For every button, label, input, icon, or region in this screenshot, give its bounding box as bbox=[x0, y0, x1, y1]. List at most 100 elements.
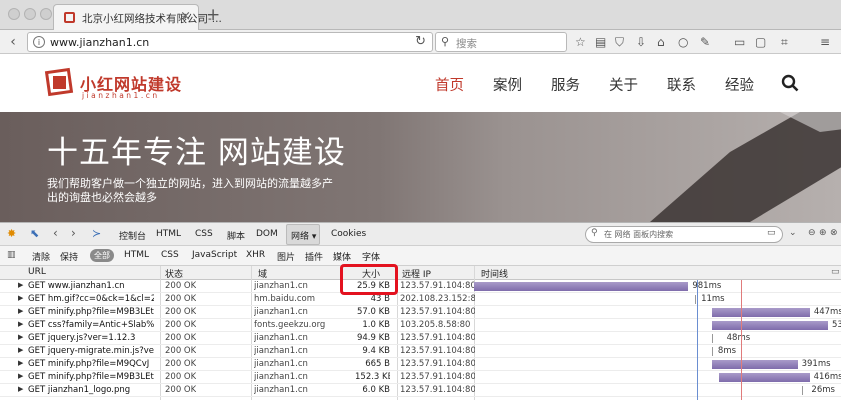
expand-row-icon[interactable]: ▶ bbox=[18, 294, 23, 302]
filter-dropdown-icon[interactable]: ⌄ bbox=[789, 228, 797, 238]
request-url[interactable]: GET jquery-migrate.min.js?ve bbox=[28, 346, 154, 356]
filter-all-button[interactable]: 全部 bbox=[90, 249, 114, 262]
request-url[interactable]: GET hm.gif?cc=0&ck=1&cl=2‹ bbox=[28, 294, 154, 304]
expand-row-icon[interactable]: ▶ bbox=[18, 359, 23, 367]
chat-icon[interactable]: ○ bbox=[678, 35, 688, 49]
minimize-window-button[interactable] bbox=[24, 8, 36, 20]
persist-button[interactable]: 保持 bbox=[60, 250, 78, 263]
request-url[interactable]: GET jianzhan1_logo.png bbox=[28, 385, 154, 395]
filter-options-icon[interactable]: ▭ bbox=[767, 228, 776, 238]
site-search-icon[interactable] bbox=[781, 74, 799, 92]
firebug-bug-icon[interactable]: ✸ bbox=[7, 227, 16, 240]
reload-icon[interactable]: ↻ bbox=[415, 34, 426, 49]
site-info-icon[interactable]: i bbox=[33, 36, 45, 48]
home-icon[interactable]: ⌂ bbox=[657, 35, 665, 49]
expand-row-icon[interactable]: ▶ bbox=[18, 346, 23, 354]
clear-button[interactable]: 清除 bbox=[32, 250, 50, 263]
nav-contact[interactable]: 联系 bbox=[667, 74, 696, 95]
col-status[interactable]: 状态 bbox=[165, 267, 183, 280]
expand-row-icon[interactable]: ▶ bbox=[18, 333, 23, 341]
tab-net[interactable]: 网络 ▾ bbox=[291, 229, 316, 242]
expand-row-icon[interactable]: ▶ bbox=[18, 385, 23, 393]
downloads-icon[interactable]: ⇩ bbox=[636, 35, 646, 49]
hero-banner: 十五年专注 网站建设 我们帮助客户做一个独立的网站，进入到网站的流量越多产出的询… bbox=[0, 112, 841, 222]
address-url[interactable]: www.jianzhan1.cn bbox=[50, 36, 149, 49]
request-row[interactable]: ▶ GET minify.php?file=M9B3LEt 200 OK jianzh… bbox=[0, 306, 841, 319]
filter-plugins[interactable]: 插件 bbox=[305, 250, 323, 263]
minimize-devtools-icon[interactable]: ⊖ bbox=[808, 228, 816, 238]
column-menu-icon[interactable]: ▭ bbox=[831, 267, 840, 277]
nav-services[interactable]: 服务 bbox=[551, 74, 580, 95]
request-row[interactable]: ▶ GET jquery-migrate.min.js?ve 200 OK jianz… bbox=[0, 345, 841, 358]
new-tab-button[interactable]: + bbox=[206, 5, 220, 25]
back-panel-icon[interactable]: ‹ bbox=[53, 226, 58, 240]
request-url[interactable]: GET minify.php?file=M9QCvJ bbox=[28, 359, 154, 369]
request-url[interactable]: GET css?family=Antic+Slab%3 bbox=[28, 320, 154, 330]
forward-panel-icon[interactable]: › bbox=[71, 226, 76, 240]
close-devtools-icon[interactable]: ⊗ bbox=[830, 228, 838, 238]
command-line-icon[interactable]: ≻ bbox=[92, 227, 101, 240]
col-timeline[interactable]: 时间线 bbox=[481, 267, 508, 280]
address-bar[interactable]: i www.jianzhan1.cn ↻ bbox=[27, 32, 433, 52]
filter-xhr[interactable]: XHR bbox=[246, 250, 265, 260]
expand-row-icon[interactable]: ▶ bbox=[18, 372, 23, 380]
tab-css[interactable]: CSS bbox=[195, 229, 213, 239]
tab-cookies[interactable]: Cookies bbox=[331, 229, 366, 239]
sidebar-icon[interactable]: ▢ bbox=[755, 35, 766, 49]
filter-html[interactable]: HTML bbox=[124, 250, 149, 260]
request-row[interactable]: ▶ GET jquery.js?ver=1.12.3 200 OK jianzhan1… bbox=[0, 332, 841, 345]
pocket-icon[interactable]: ⛉ bbox=[615, 35, 624, 50]
filter-placeholder[interactable]: 在 网络 面板内搜索 bbox=[604, 229, 673, 240]
close-tab-icon[interactable]: × bbox=[180, 9, 191, 24]
expand-row-icon[interactable]: ▶ bbox=[18, 307, 23, 315]
search-placeholder[interactable]: 搜索 bbox=[456, 36, 477, 51]
tab-console[interactable]: 控制台 bbox=[119, 229, 146, 242]
expand-row-icon[interactable]: ▶ bbox=[18, 320, 23, 328]
tab-dom[interactable]: DOM bbox=[256, 229, 278, 239]
nav-cases[interactable]: 案例 bbox=[493, 74, 522, 95]
browser-tab[interactable]: 北京小红网络技术有限公司-... × bbox=[53, 4, 222, 30]
net-panel-icon[interactable]: ▥ bbox=[7, 250, 16, 260]
addon-icon[interactable]: ▭ bbox=[734, 35, 745, 49]
request-row[interactable]: ▶ GET hm.gif?cc=0&ck=1&cl=2‹ 200 OK hm.baid… bbox=[0, 293, 841, 306]
nav-experience[interactable]: 经验 bbox=[725, 74, 754, 95]
request-domain: jianzhan1.cn bbox=[254, 372, 308, 382]
menu-icon[interactable]: ≡ bbox=[820, 35, 830, 49]
close-window-button[interactable] bbox=[8, 8, 20, 20]
site-logo-icon[interactable] bbox=[44, 67, 74, 97]
col-remote-ip[interactable]: 远程 IP bbox=[402, 267, 431, 280]
request-size: 665 B bbox=[365, 359, 390, 369]
reading-list-icon[interactable]: ▤ bbox=[595, 35, 606, 49]
filter-css[interactable]: CSS bbox=[161, 250, 179, 260]
tab-html[interactable]: HTML bbox=[156, 229, 181, 239]
detach-devtools-icon[interactable]: ⊕ bbox=[819, 228, 827, 238]
request-row[interactable]: ▶ GET minify.php?file=M9QCvJ 200 OK jianzha… bbox=[0, 358, 841, 371]
filter-javascript[interactable]: JavaScript bbox=[192, 250, 237, 260]
expand-row-icon[interactable]: ▶ bbox=[18, 281, 23, 289]
nav-about[interactable]: 关于 bbox=[609, 74, 638, 95]
back-icon[interactable]: ‹ bbox=[4, 33, 22, 51]
nav-home[interactable]: 首页 bbox=[435, 74, 464, 95]
inspect-icon[interactable]: ⬉ bbox=[30, 227, 39, 240]
request-url[interactable]: GET minify.php?file=M9B3LEt bbox=[28, 307, 154, 317]
search-bar[interactable]: ⚲ 搜索 bbox=[435, 32, 567, 52]
col-domain[interactable]: 域 bbox=[258, 267, 267, 280]
request-url[interactable]: GET minify.php?file=M9B3LEt bbox=[28, 372, 154, 382]
filter-media[interactable]: 媒体 bbox=[333, 250, 351, 263]
logo-english[interactable]: jianzhan1.cn bbox=[82, 91, 160, 100]
col-url[interactable]: URL bbox=[28, 267, 46, 277]
firebug-icon[interactable]: ✎ bbox=[700, 35, 710, 49]
filter-images[interactable]: 图片 bbox=[277, 250, 295, 263]
filter-fonts[interactable]: 字体 bbox=[362, 250, 380, 263]
request-row[interactable]: ▶ GET minify.php?file=M9B3LEt 200 OK jianzh… bbox=[0, 371, 841, 384]
request-url[interactable]: GET jquery.js?ver=1.12.3 bbox=[28, 333, 154, 343]
zoom-window-button[interactable] bbox=[40, 8, 52, 20]
request-row[interactable]: ▶ GET jianzhan1_logo.png 200 OK jianzhan1.c… bbox=[0, 384, 841, 397]
request-row[interactable]: ▶ GET www.jianzhan1.cn 200 OK jianzhan1.cn 2… bbox=[0, 280, 841, 293]
net-filter-input[interactable]: ⚲ 在 网络 面板内搜索 bbox=[585, 226, 783, 243]
request-row[interactable]: ▶ GET css?family=Antic+Slab%3 200 OK fonts.… bbox=[0, 319, 841, 332]
screenshot-icon[interactable]: ⌗ bbox=[781, 35, 788, 50]
bookmark-star-icon[interactable]: ☆ bbox=[575, 35, 586, 49]
request-url[interactable]: GET www.jianzhan1.cn bbox=[28, 281, 154, 291]
tab-script[interactable]: 脚本 bbox=[227, 229, 245, 242]
